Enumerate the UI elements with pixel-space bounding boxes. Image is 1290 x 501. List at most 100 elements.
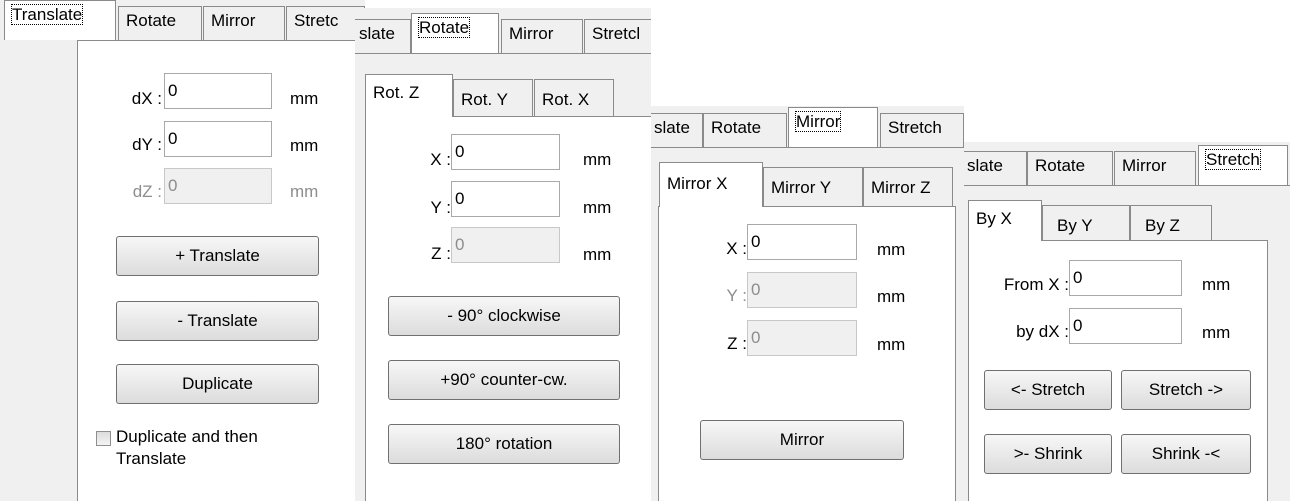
- translate-panel: Translate Rotate Mirror Stretc dX : mm d…: [0, 0, 365, 501]
- mirror-z-label: Z :: [727, 334, 747, 353]
- tab-mirror-label: Mirror: [211, 11, 256, 30]
- rot-z-input: [451, 227, 560, 263]
- dz-label: dZ :: [132, 182, 162, 201]
- dx-input[interactable]: [164, 73, 272, 109]
- tab-mirror-4[interactable]: Mirror: [1114, 151, 1196, 185]
- stretch-panel: slate Rotate Mirror Stretch By X By Y By…: [964, 142, 1290, 501]
- tab-mirror-3-label: Mirror: [794, 111, 842, 132]
- rot-y-input[interactable]: [451, 181, 560, 217]
- tab-mirror-2-label: Mirror: [509, 24, 554, 43]
- subtab-by-x-label: By X: [976, 209, 1012, 228]
- mirror-button[interactable]: Mirror: [700, 420, 904, 460]
- rotate-plus-90-button[interactable]: +90° counter-cw.: [388, 360, 620, 400]
- rot-x-unit: mm: [583, 150, 612, 169]
- subtab-rot-z[interactable]: Rot. Z: [365, 74, 453, 117]
- dz-input: [164, 168, 272, 204]
- tab-mirror-2[interactable]: Mirror: [501, 19, 583, 53]
- tab-stretch-3-label: Stretch: [888, 118, 942, 137]
- rot-x-label: X :: [430, 150, 451, 169]
- stretch-tabstrip-line: [964, 185, 1290, 186]
- plus-translate-button[interactable]: + Translate: [116, 236, 319, 276]
- subtab-mirror-z-label: Mirror Z: [871, 178, 931, 197]
- tab-stretch-2-label: Stretcl: [592, 24, 641, 43]
- rot-y-unit: mm: [583, 198, 612, 217]
- subtab-by-z-label: By Z: [1145, 216, 1180, 235]
- dy-label: dY :: [132, 135, 162, 154]
- mirror-z-input: [747, 320, 857, 356]
- stretch-left-button[interactable]: <- Stretch: [984, 370, 1112, 410]
- subtab-by-y-label: By Y: [1057, 216, 1093, 235]
- rotate-180-button[interactable]: 180° rotation: [388, 424, 620, 464]
- rot-z-unit: mm: [583, 245, 612, 264]
- rotate-panel: slate Rotate Mirror Stretcl Rot. Z Rot. …: [355, 8, 651, 501]
- mirror-x-input[interactable]: [747, 224, 857, 260]
- mirror-tabstrip-line: [651, 147, 964, 148]
- subtab-mirror-y[interactable]: Mirror Y: [763, 167, 863, 207]
- tab-translate-2[interactable]: slate: [355, 19, 411, 53]
- subtab-mirror-z[interactable]: Mirror Z: [863, 167, 953, 207]
- tab-rotate-4-label: Rotate: [1035, 156, 1086, 175]
- rot-z-label: Z :: [431, 244, 451, 263]
- dx-label: dX :: [131, 89, 162, 108]
- tab-stretch[interactable]: Stretc: [286, 6, 365, 40]
- tab-translate-3-label: slate: [654, 118, 690, 137]
- by-dx-unit: mm: [1202, 323, 1231, 342]
- tab-translate-4-label: slate: [967, 156, 1003, 175]
- tab-translate-3[interactable]: slate: [651, 113, 703, 147]
- tab-rotate-3-label: Rotate: [711, 118, 762, 137]
- mirror-panel: slate Rotate Mirror Stretch Mirror X Mir…: [651, 106, 964, 501]
- mirror-y-label: Y :: [726, 286, 747, 305]
- tab-stretch-4[interactable]: Stretch: [1198, 145, 1288, 185]
- rot-x-input[interactable]: [451, 134, 560, 170]
- tab-stretch-3[interactable]: Stretch: [880, 113, 964, 147]
- dx-unit: mm: [290, 89, 319, 108]
- by-dx-input[interactable]: [1069, 308, 1182, 344]
- mirror-x-unit: mm: [877, 240, 906, 259]
- stretch-right-button[interactable]: Stretch ->: [1121, 370, 1251, 410]
- tab-rotate-label: Rotate: [126, 11, 177, 30]
- tab-translate[interactable]: Translate: [4, 0, 116, 40]
- duplicate-then-translate-label: Duplicate and then Translate: [116, 427, 258, 468]
- subtab-rot-x-label: Rot. X: [542, 90, 590, 109]
- shrink-right-button[interactable]: Shrink -<: [1121, 434, 1251, 474]
- tab-rotate-2-label: Rotate: [417, 17, 471, 38]
- dz-unit: mm: [290, 182, 319, 201]
- subtab-by-y[interactable]: By Y: [1042, 205, 1130, 241]
- tab-stretch-4-label: Stretch: [1205, 149, 1261, 170]
- mirror-x-label: X :: [726, 239, 747, 258]
- tab-translate-2-label: slate: [359, 24, 395, 43]
- tab-stretch-label: Stretc: [294, 11, 339, 30]
- tab-translate-4[interactable]: slate: [964, 151, 1027, 185]
- tab-rotate-3[interactable]: Rotate: [703, 113, 787, 147]
- subtab-by-z[interactable]: By Z: [1130, 205, 1212, 241]
- duplicate-then-translate-checkbox[interactable]: [96, 431, 111, 446]
- mirror-y-input: [747, 272, 857, 308]
- dy-input[interactable]: [164, 121, 272, 157]
- minus-translate-button[interactable]: - Translate: [116, 301, 319, 341]
- by-dx-label: by dX :: [1016, 322, 1069, 341]
- subtab-mirror-y-label: Mirror Y: [771, 178, 832, 197]
- mirror-y-unit: mm: [877, 287, 906, 306]
- subtab-rot-z-label: Rot. Z: [373, 83, 420, 102]
- from-x-input[interactable]: [1069, 260, 1182, 296]
- from-x-unit: mm: [1202, 275, 1231, 294]
- tab-mirror[interactable]: Mirror: [203, 6, 285, 40]
- tab-stretch-2[interactable]: Stretcl: [584, 19, 651, 53]
- subtab-rot-y[interactable]: Rot. Y: [453, 79, 533, 117]
- from-x-label: From X :: [1003, 275, 1069, 294]
- subtab-rot-x[interactable]: Rot. X: [534, 79, 614, 117]
- tab-rotate-4[interactable]: Rotate: [1027, 151, 1113, 185]
- subtab-mirror-x-label: Mirror X: [667, 174, 728, 193]
- rot-y-label: Y :: [430, 198, 451, 217]
- duplicate-button[interactable]: Duplicate: [116, 364, 319, 404]
- tab-rotate[interactable]: Rotate: [118, 6, 202, 40]
- dy-unit: mm: [290, 136, 319, 155]
- mirror-z-unit: mm: [877, 335, 906, 354]
- subtab-by-x[interactable]: By X: [968, 200, 1042, 241]
- tab-rotate-2[interactable]: Rotate: [411, 13, 499, 53]
- tab-mirror-4-label: Mirror: [1122, 156, 1167, 175]
- tab-mirror-3[interactable]: Mirror: [788, 107, 878, 147]
- rotate-minus-90-button[interactable]: - 90° clockwise: [388, 296, 620, 336]
- shrink-left-button[interactable]: >- Shrink: [984, 434, 1112, 474]
- subtab-mirror-x[interactable]: Mirror X: [659, 162, 763, 207]
